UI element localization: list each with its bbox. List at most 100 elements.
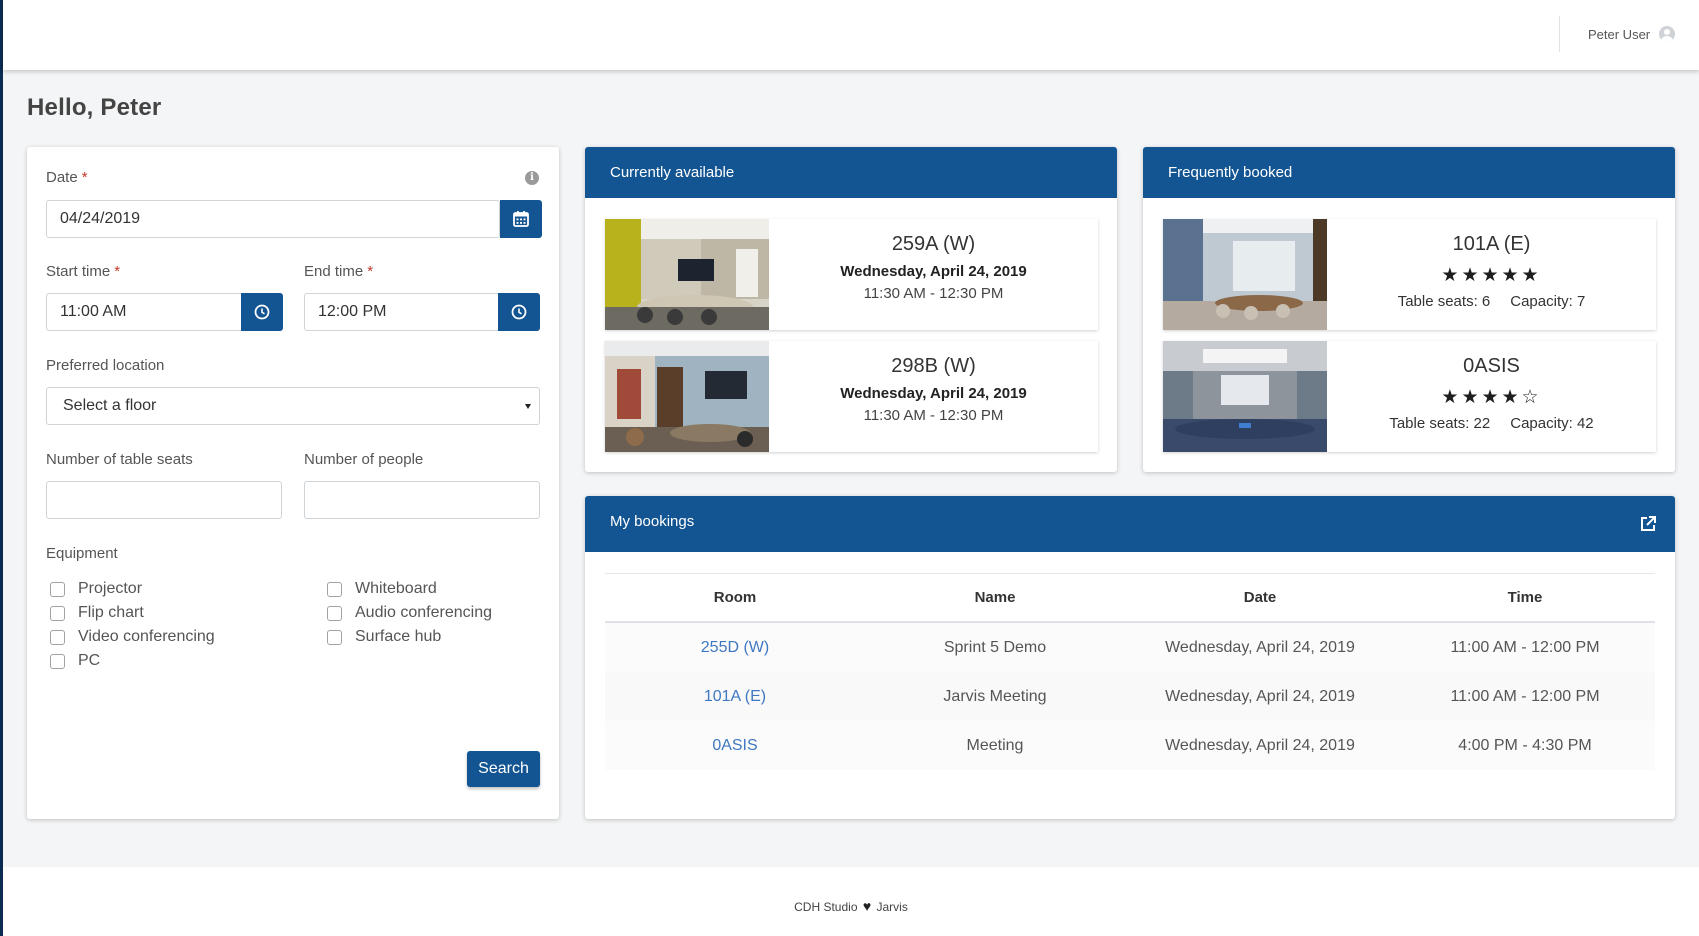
panel-title: My bookings: [610, 513, 695, 530]
booking-time: 11:00 AM - 12:00 PM: [1450, 638, 1600, 656]
table-header: Room Name Date Time: [605, 573, 1655, 623]
table-row: 255D (W) Sprint 5 Demo Wednesday, April …: [605, 623, 1655, 672]
panel-header: My bookings: [585, 496, 1675, 552]
date-input[interactable]: 04/24/2019: [46, 200, 500, 238]
booking-date: Wednesday, April 24, 2019: [1165, 736, 1355, 754]
column-header[interactable]: Room: [605, 589, 865, 606]
room-name: 101A (E): [1452, 233, 1531, 255]
room-photo: [605, 219, 769, 330]
info-icon[interactable]: i: [525, 171, 539, 185]
clock-icon: [511, 304, 527, 320]
bookings-table: Room Name Date Time 255D (W) Sprint 5 De…: [605, 573, 1655, 770]
room-photo: [1163, 341, 1327, 452]
available-room-card[interactable]: 259A (W) Wednesday, April 24, 2019 11:30…: [605, 219, 1098, 330]
room-photo: [1163, 219, 1327, 330]
column-header[interactable]: Time: [1395, 589, 1655, 606]
checkbox-box[interactable]: [50, 581, 65, 597]
user-menu[interactable]: Peter User: [1559, 16, 1699, 52]
available-room-card[interactable]: 298B (W) Wednesday, April 24, 2019 11:30…: [605, 341, 1098, 452]
checkbox-box[interactable]: [327, 629, 342, 645]
frequently-booked-panel: Frequently booked 101A (E) ★★★★★ Table s…: [1143, 147, 1675, 472]
table-row: 0ASIS Meeting Wednesday, April 24, 2019 …: [605, 721, 1655, 770]
column-header[interactable]: Date: [1125, 589, 1395, 606]
column-header[interactable]: Name: [865, 589, 1125, 606]
checkbox-video-conferencing[interactable]: Video conferencing: [50, 628, 215, 646]
star-rating: ★★★★☆: [1441, 387, 1542, 408]
room-time: 11:30 AM - 12:30 PM: [863, 285, 1004, 302]
footer-app: Jarvis: [876, 900, 908, 914]
location-label: Preferred location: [46, 357, 165, 374]
footer-studio: CDH Studio: [794, 900, 858, 914]
calendar-button[interactable]: [500, 200, 542, 238]
room-link[interactable]: 255D (W): [605, 639, 865, 657]
checkbox-box[interactable]: [50, 653, 65, 669]
room-photo: [605, 341, 769, 452]
booking-date: Wednesday, April 24, 2019: [1165, 687, 1355, 705]
external-link-icon[interactable]: [1639, 515, 1657, 533]
room-name: 0ASIS: [1463, 355, 1520, 377]
room-date: Wednesday, April 24, 2019: [840, 263, 1027, 280]
people-input[interactable]: [304, 481, 540, 519]
checkbox-box[interactable]: [327, 605, 342, 621]
room-details: 101A (E) ★★★★★ Table seats: 6 Capacity: 7: [1327, 219, 1656, 330]
room-capacity: Table seats: 6 Capacity: 7: [1397, 293, 1586, 310]
date-label: Date *: [46, 169, 88, 186]
room-name: 259A (W): [891, 233, 976, 255]
left-accent-bar: [0, 0, 3, 936]
room-details: 259A (W) Wednesday, April 24, 2019 11:30…: [769, 219, 1098, 330]
checkbox-projector[interactable]: Projector: [50, 580, 142, 598]
room-date: Wednesday, April 24, 2019: [840, 385, 1027, 402]
start-time-button[interactable]: [241, 293, 283, 331]
clock-icon: [254, 304, 270, 320]
end-time-label: End time *: [304, 263, 374, 280]
checkbox-box[interactable]: [327, 581, 342, 597]
user-avatar-icon: [1659, 26, 1676, 42]
booking-name: Sprint 5 Demo: [943, 638, 1047, 656]
checkbox-box[interactable]: [50, 629, 65, 645]
page-greeting: Hello, Peter: [27, 94, 162, 121]
room-details: 298B (W) Wednesday, April 24, 2019 11:30…: [769, 341, 1098, 452]
currently-available-panel: Currently available 259A (W) Wednesday, …: [585, 147, 1117, 472]
checkbox-surface-hub[interactable]: Surface hub: [327, 628, 441, 646]
checkbox-box[interactable]: [50, 605, 65, 621]
end-time-input[interactable]: 12:00 PM: [304, 293, 500, 331]
top-navbar: Peter User: [3, 0, 1699, 70]
table-row: 101A (E) Jarvis Meeting Wednesday, April…: [605, 672, 1655, 721]
table-seats-label: Number of table seats: [46, 451, 193, 468]
heart-icon: ♥: [862, 898, 872, 914]
booking-name: Meeting: [966, 736, 1024, 754]
checkbox-flip-chart[interactable]: Flip chart: [50, 604, 144, 622]
room-details: 0ASIS ★★★★☆ Table seats: 22 Capacity: 42: [1327, 341, 1656, 452]
room-link[interactable]: 0ASIS: [605, 737, 865, 755]
panel-header: Frequently booked: [1143, 147, 1675, 198]
search-button[interactable]: Search: [467, 751, 540, 787]
booking-name: Jarvis Meeting: [943, 687, 1047, 705]
room-link[interactable]: 101A (E): [605, 688, 865, 706]
frequent-room-card[interactable]: 0ASIS ★★★★☆ Table seats: 22 Capacity: 42: [1163, 341, 1656, 452]
dropdown-caret-icon: [525, 404, 531, 409]
booking-time: 4:00 PM - 4:30 PM: [1458, 736, 1592, 754]
floor-select[interactable]: Select a floor: [46, 387, 540, 425]
room-capacity: Table seats: 22 Capacity: 42: [1389, 415, 1594, 432]
frequent-room-card[interactable]: 101A (E) ★★★★★ Table seats: 6 Capacity: 7: [1163, 219, 1656, 330]
people-label: Number of people: [304, 451, 424, 468]
equipment-label: Equipment: [46, 545, 118, 562]
checkbox-audio-conferencing[interactable]: Audio conferencing: [327, 604, 492, 622]
user-name: Peter User: [1588, 26, 1651, 42]
table-seats-input[interactable]: [46, 481, 282, 519]
room-name: 298B (W): [891, 355, 976, 377]
calendar-icon: [513, 211, 529, 227]
room-time: 11:30 AM - 12:30 PM: [863, 407, 1004, 424]
checkbox-pc[interactable]: PC: [50, 652, 100, 670]
room-search-form: Date * i 04/24/2019 Start time * 11:00 AM …: [27, 147, 559, 819]
checkbox-whiteboard[interactable]: Whiteboard: [327, 580, 437, 598]
booking-date: Wednesday, April 24, 2019: [1165, 638, 1355, 656]
page-footer: CDH Studio ♥ Jarvis: [3, 867, 1699, 936]
start-time-input[interactable]: 11:00 AM: [46, 293, 243, 331]
end-time-button[interactable]: [498, 293, 540, 331]
star-rating: ★★★★★: [1441, 265, 1542, 286]
my-bookings-panel: My bookings Room Name Date Time 255D (W)…: [585, 496, 1675, 819]
start-time-label: Start time *: [46, 263, 121, 280]
panel-header: Currently available: [585, 147, 1117, 198]
floor-select-value: Select a floor: [63, 397, 157, 414]
